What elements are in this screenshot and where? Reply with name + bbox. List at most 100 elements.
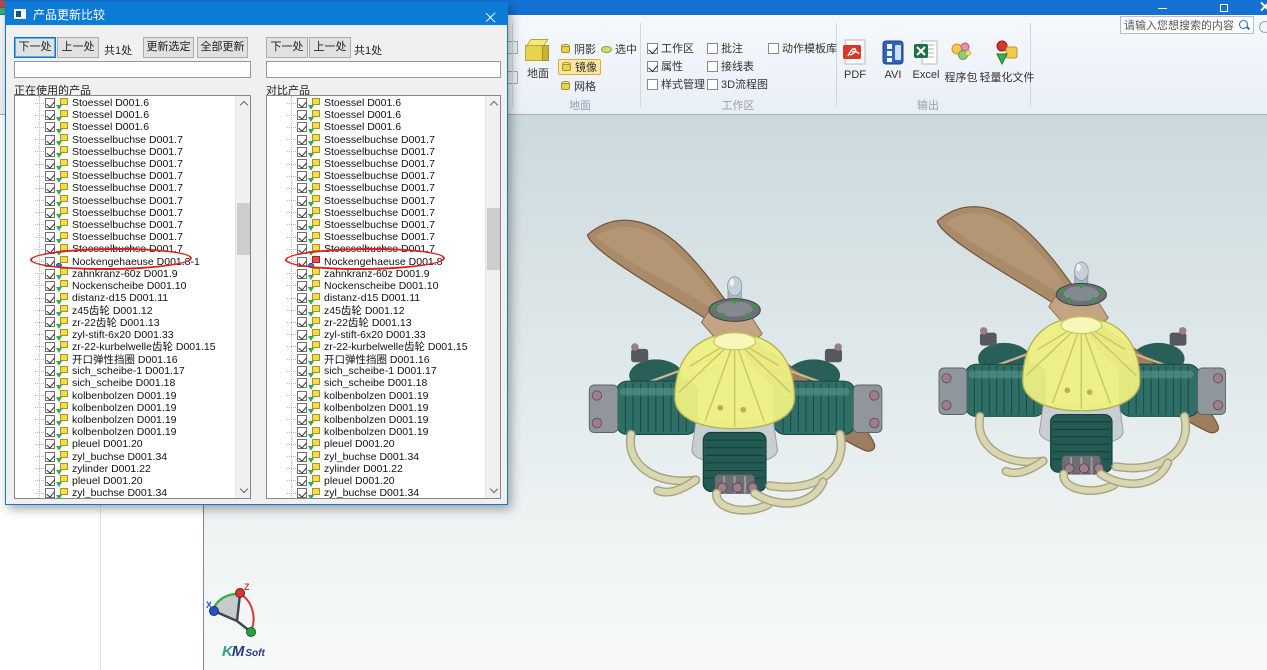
item-checkbox[interactable]	[45, 354, 55, 364]
list-item[interactable]: Stoesselbuchse D001.7	[267, 182, 485, 194]
next-diff-button-left[interactable]: 下一处	[14, 37, 56, 58]
list-item[interactable]: Stoesselbuchse D001.7	[267, 158, 485, 170]
next-diff-button-right[interactable]: 下一处	[266, 37, 308, 58]
ribbon-checkbox-3D流程图[interactable]: 3D流程图	[707, 77, 768, 91]
filter-input-left[interactable]	[14, 61, 251, 78]
list-item[interactable]: zylinder D001.22	[15, 463, 235, 475]
ribbon-checkbox-批注[interactable]: 批注	[707, 41, 743, 55]
item-checkbox[interactable]	[297, 391, 307, 401]
maximize-button[interactable]	[1210, 0, 1240, 15]
list-item[interactable]: kolbenbolzen D001.19	[267, 390, 485, 402]
filter-input-right[interactable]	[266, 61, 501, 78]
list-item[interactable]: Stoesselbuchse D001.7	[15, 158, 235, 170]
scroll-up-button[interactable]	[486, 96, 501, 111]
list-item[interactable]: zr-22齿轮 D001.13	[267, 316, 485, 328]
list-item[interactable]: Stoesselbuchse D001.7	[267, 195, 485, 207]
ground-button[interactable]: 地面	[516, 37, 560, 97]
current-product-tree[interactable]: Stoessel D001.6Stoessel D001.6Stoessel D…	[14, 95, 251, 499]
item-checkbox[interactable]	[297, 366, 307, 376]
item-checkbox[interactable]	[297, 281, 307, 291]
list-item[interactable]: pleuel D001.20	[267, 438, 485, 450]
item-checkbox[interactable]	[45, 403, 55, 413]
output-PDF-button[interactable]: PDF	[838, 39, 872, 81]
close-button[interactable]	[1252, 0, 1267, 15]
scrollbar-thumb[interactable]	[237, 203, 250, 255]
item-checkbox[interactable]	[45, 257, 55, 267]
list-item[interactable]: zr-22-kurbelwelle齿轮 D001.15	[267, 341, 485, 353]
item-checkbox[interactable]	[297, 378, 307, 388]
list-item[interactable]: distanz-d15 D001.11	[15, 292, 235, 304]
list-item[interactable]: Nockengehaeuse D001.8-1	[15, 255, 235, 267]
item-checkbox[interactable]	[297, 232, 307, 242]
list-item[interactable]: Stoesselbuchse D001.7	[15, 219, 235, 231]
list-item[interactable]: zahnkranz-60z D001.9	[15, 268, 235, 280]
compare-product-tree[interactable]: Stoessel D001.6Stoessel D001.6Stoessel D…	[266, 95, 501, 499]
scrollbar[interactable]	[235, 96, 250, 498]
item-checkbox[interactable]	[297, 403, 307, 413]
help-icon[interactable]	[1259, 21, 1267, 33]
item-checkbox[interactable]	[45, 439, 55, 449]
item-checkbox[interactable]	[45, 378, 55, 388]
item-checkbox[interactable]	[297, 305, 307, 315]
item-checkbox[interactable]	[297, 208, 307, 218]
item-checkbox[interactable]	[297, 464, 307, 474]
list-item[interactable]: Stoesselbuchse D001.7	[15, 134, 235, 146]
list-item[interactable]: zyl_buchse D001.34	[267, 487, 485, 499]
ribbon-checkbox-动作模板库[interactable]: 动作模板库	[768, 41, 837, 55]
list-item[interactable]: Stoessel D001.6	[267, 97, 485, 109]
list-item[interactable]: zyl-stift-6x20 D001.33	[267, 329, 485, 341]
dialog-close-button[interactable]	[486, 8, 498, 20]
output-程序包-button[interactable]: 程序包	[941, 39, 981, 85]
list-item[interactable]: Stoesselbuchse D001.7	[267, 170, 485, 182]
list-item[interactable]: Stoessel D001.6	[267, 109, 485, 121]
prev-diff-button-right[interactable]: 上一处	[309, 37, 351, 58]
item-checkbox[interactable]	[45, 293, 55, 303]
item-checkbox[interactable]	[297, 317, 307, 327]
list-item[interactable]: zr-22齿轮 D001.13	[15, 316, 235, 328]
list-item[interactable]: Stoesselbuchse D001.7	[15, 231, 235, 243]
list-item[interactable]: Stoesselbuchse D001.7	[267, 243, 485, 255]
scrollbar-thumb[interactable]	[487, 208, 500, 270]
item-checkbox[interactable]	[45, 135, 55, 145]
item-checkbox[interactable]	[297, 439, 307, 449]
list-item[interactable]: kolbenbolzen D001.19	[15, 414, 235, 426]
item-checkbox[interactable]	[45, 330, 55, 340]
item-checkbox[interactable]	[297, 220, 307, 230]
grid-toggle[interactable]: 网格	[561, 78, 596, 94]
item-checkbox[interactable]	[45, 452, 55, 462]
item-checkbox[interactable]	[297, 452, 307, 462]
output-AVI-button[interactable]: AVI	[877, 39, 909, 81]
item-checkbox[interactable]	[297, 427, 307, 437]
mirror-toggle[interactable]: 镜像	[558, 59, 601, 75]
scroll-up-button[interactable]	[236, 96, 251, 111]
update-selected-button[interactable]: 更新选定	[143, 37, 194, 58]
checkbox-icon[interactable]	[768, 43, 779, 54]
ribbon-checkbox-属性[interactable]: 属性	[647, 59, 683, 73]
checkbox-icon[interactable]	[707, 43, 718, 54]
item-checkbox[interactable]	[45, 342, 55, 352]
output-Excel-button[interactable]: Excel	[906, 39, 946, 81]
item-checkbox[interactable]	[45, 391, 55, 401]
item-checkbox[interactable]	[297, 342, 307, 352]
item-checkbox[interactable]	[45, 476, 55, 486]
item-checkbox[interactable]	[45, 159, 55, 169]
list-item[interactable]: Stoesselbuchse D001.7	[15, 146, 235, 158]
checkbox-icon[interactable]	[647, 61, 658, 72]
prev-diff-button-left[interactable]: 上一处	[57, 37, 99, 58]
list-item[interactable]: z45齿轮 D001.12	[267, 304, 485, 316]
item-checkbox[interactable]	[45, 488, 55, 498]
checkbox-icon[interactable]	[707, 79, 718, 90]
list-item[interactable]: sich_scheibe D001.18	[267, 377, 485, 389]
item-checkbox[interactable]	[297, 269, 307, 279]
item-checkbox[interactable]	[45, 244, 55, 254]
list-item[interactable]: Stoesselbuchse D001.7	[15, 195, 235, 207]
list-item[interactable]: Stoessel D001.6	[15, 109, 235, 121]
list-item[interactable]: sich_scheibe-1 D001.17	[267, 365, 485, 377]
item-checkbox[interactable]	[45, 220, 55, 230]
list-item[interactable]: Nockengehaeuse D001.8	[267, 255, 485, 267]
selected-toggle[interactable]: 选中	[601, 41, 637, 57]
update-all-button[interactable]: 全部更新	[197, 37, 248, 58]
item-checkbox[interactable]	[297, 257, 307, 267]
item-checkbox[interactable]	[45, 110, 55, 120]
item-checkbox[interactable]	[297, 330, 307, 340]
